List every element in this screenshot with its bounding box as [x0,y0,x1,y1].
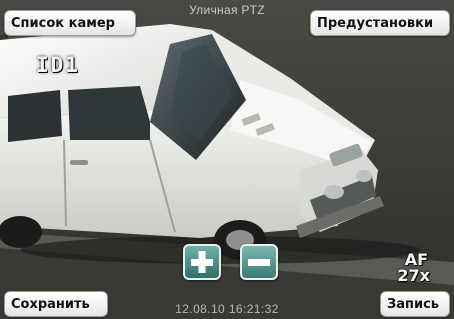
zoom-level-indicator: 27x [397,266,430,285]
zoom-in-button[interactable] [183,244,221,280]
record-button[interactable]: Запись [380,291,450,317]
video-feed[interactable] [0,0,454,319]
presets-button[interactable]: Предустановки [310,10,450,36]
camera-list-button[interactable]: Список камер [4,10,136,36]
minus-icon [248,259,270,266]
plus-icon [191,251,213,273]
save-button[interactable]: Сохранить [4,291,108,317]
camera-viewer: Уличная PTZ ID1 Список камер Предустанов… [0,0,454,319]
zoom-out-button[interactable] [240,244,278,280]
camera-id-label: ID1 [36,53,80,77]
